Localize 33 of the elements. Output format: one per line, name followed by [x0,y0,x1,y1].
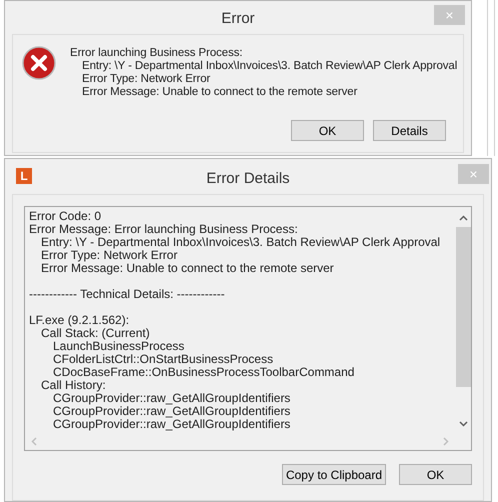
detail-line: CGroupProvider::raw_GetAllGroupIdentifiers [53,392,290,405]
detail-line: CGroupProvider::raw_GetAllGroupIdentifiers [53,405,290,418]
dialog-button[interactable]: OK [291,120,364,141]
error-detail: Error Type: Network Error [82,73,210,86]
detail-line: LaunchBusinessProcess [53,340,184,353]
detail-line: CGroupProvider::raw_GetAllGroupIdentifiers [53,418,290,431]
error-heading: Error launching Business Process: [70,47,242,60]
error-detail: Entry: \Y - Departmental Inbox\Invoices\3. Batch Review\AP Clerk Approval [82,60,458,73]
dialog-button[interactable]: Copy to Clipboard [282,464,386,485]
detail-line: Call History: [41,379,106,392]
detail-line: Error Message: Error launching Business Process: [29,223,298,236]
error-icon [22,46,56,80]
error-detail: Error Message: Unable to connect to the remote server [82,86,358,99]
details-text-area[interactable] [24,206,472,451]
detail-line: Error Code: 0 [29,210,102,223]
window-title: Error Details [206,169,290,189]
detail-line: Error Type: Network Error [41,249,178,262]
window-title: Error [221,9,255,29]
scroll-up-icon[interactable] [458,215,468,221]
scrollbar-thumb[interactable] [456,227,470,387]
detail-line: CFolderListCtrl::OnStartBusinessProcess [53,353,274,366]
detail-line: ------------ Technical Details: ------------ [29,288,225,301]
detail-line: CDocBaseFrame::OnBusinessProcessToolbarCommand [53,366,354,379]
app-logo: L [16,168,32,184]
detail-line: Entry: \Y - Departmental Inbox\Invoices\3. Batch Review\AP Clerk Approval [41,236,440,249]
detail-line: Call Stack: (Current) [41,327,150,340]
scroll-down-icon[interactable] [458,421,468,427]
detail-line: LF.exe (9.2.1.562): [29,314,130,327]
dialog-button[interactable]: OK [399,464,472,485]
dialog-button[interactable]: Details [373,120,446,141]
scroll-right-icon[interactable] [443,437,449,446]
scroll-left-icon[interactable] [31,437,37,446]
detail-line: Error Message: Unable to connect to the remote server [41,262,334,275]
